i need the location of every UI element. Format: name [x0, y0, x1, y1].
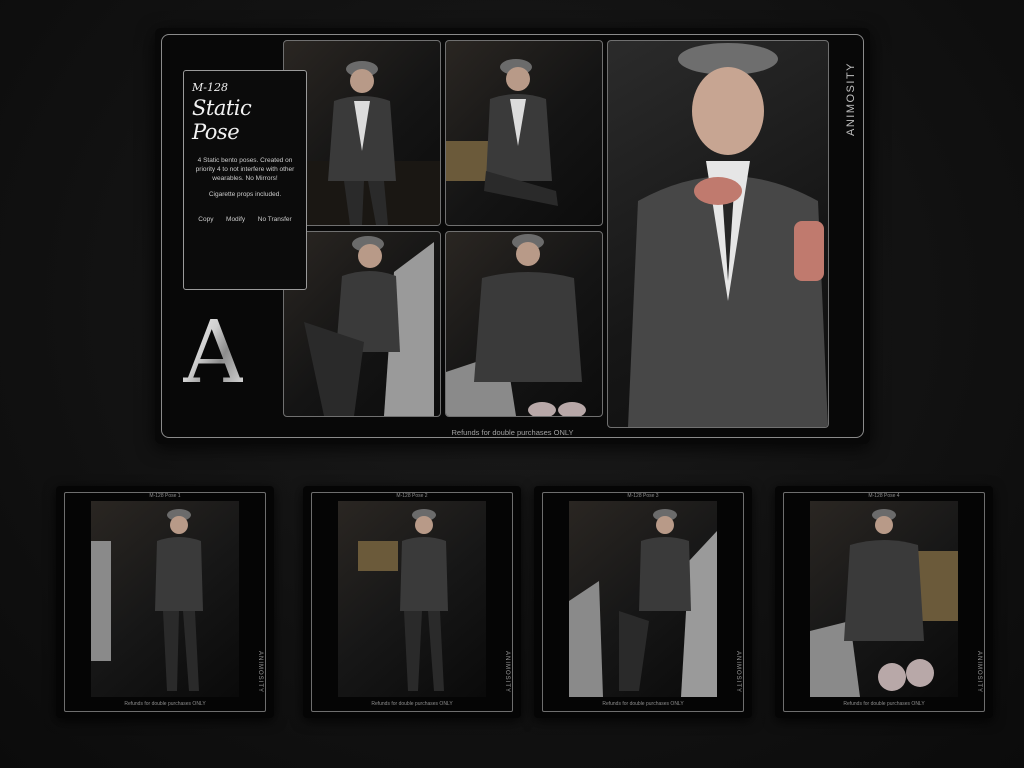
thumb-frame: M-128 Pose 3 Refunds for double purchase… [542, 492, 744, 712]
brand-logo-letter: A [183, 303, 246, 403]
pose-thumbnail-1: M-128 Pose 1 Refunds for double purchase… [56, 486, 274, 718]
thumb-brand-name: ANIMOSITY [976, 651, 982, 694]
thumb-frame: M-128 Pose 4 Refunds for double purchase… [783, 492, 985, 712]
pose-photo-2 [445, 40, 603, 226]
permission-no-transfer: No Transfer [257, 216, 292, 223]
pose-photo-4 [445, 231, 603, 417]
thumb-brand-name: ANIMOSITY [735, 651, 741, 694]
props-note: Cigarette props included. [208, 191, 282, 198]
thumb-frame: M-128 Pose 2 Refunds for double purchase… [311, 492, 513, 712]
thumb-label: M-128 Pose 2 [396, 493, 428, 499]
hero-pose-photo [607, 40, 829, 428]
product-description: 4 Static bento poses. Created on priorit… [195, 157, 295, 182]
thumb-refund-note: Refunds for double purchases ONLY [602, 701, 684, 707]
main-ad-card: M-128 Static Pose 4 Static bento poses. … [155, 28, 870, 444]
permissions-row: Copy Modify No Transfer [192, 216, 298, 223]
product-title: Static Pose [192, 96, 252, 144]
pose-thumbnail-3: M-128 Pose 3 Refunds for double purchase… [534, 486, 752, 718]
thumb-refund-note: Refunds for double purchases ONLY [371, 701, 453, 707]
thumb-photo [338, 501, 486, 697]
thumb-brand-name: ANIMOSITY [504, 651, 510, 694]
thumb-refund-note: Refunds for double purchases ONLY [843, 701, 925, 707]
thumb-photo [91, 501, 239, 697]
pose-thumbnail-2: M-128 Pose 2 Refunds for double purchase… [303, 486, 521, 718]
permission-modify: Modify [226, 216, 246, 223]
thumb-photo [810, 501, 958, 697]
brand-name-vertical: ANIMOSITY [845, 61, 857, 136]
thumb-label: M-128 Pose 4 [868, 493, 900, 499]
thumb-label: M-128 Pose 1 [149, 493, 181, 499]
permission-copy: Copy [198, 216, 214, 223]
thumb-brand-name: ANIMOSITY [257, 651, 263, 694]
product-sku: M-128 [192, 81, 228, 94]
thumb-photo [569, 501, 717, 697]
thumb-refund-note: Refunds for double purchases ONLY [124, 701, 206, 707]
refund-note: Refunds for double purchases ONLY [451, 428, 574, 437]
pose-thumbnail-4: M-128 Pose 4 Refunds for double purchase… [775, 486, 993, 718]
thumb-label: M-128 Pose 3 [627, 493, 659, 499]
product-info-panel: M-128 Static Pose 4 Static bento poses. … [183, 70, 307, 290]
thumb-frame: M-128 Pose 1 Refunds for double purchase… [64, 492, 266, 712]
